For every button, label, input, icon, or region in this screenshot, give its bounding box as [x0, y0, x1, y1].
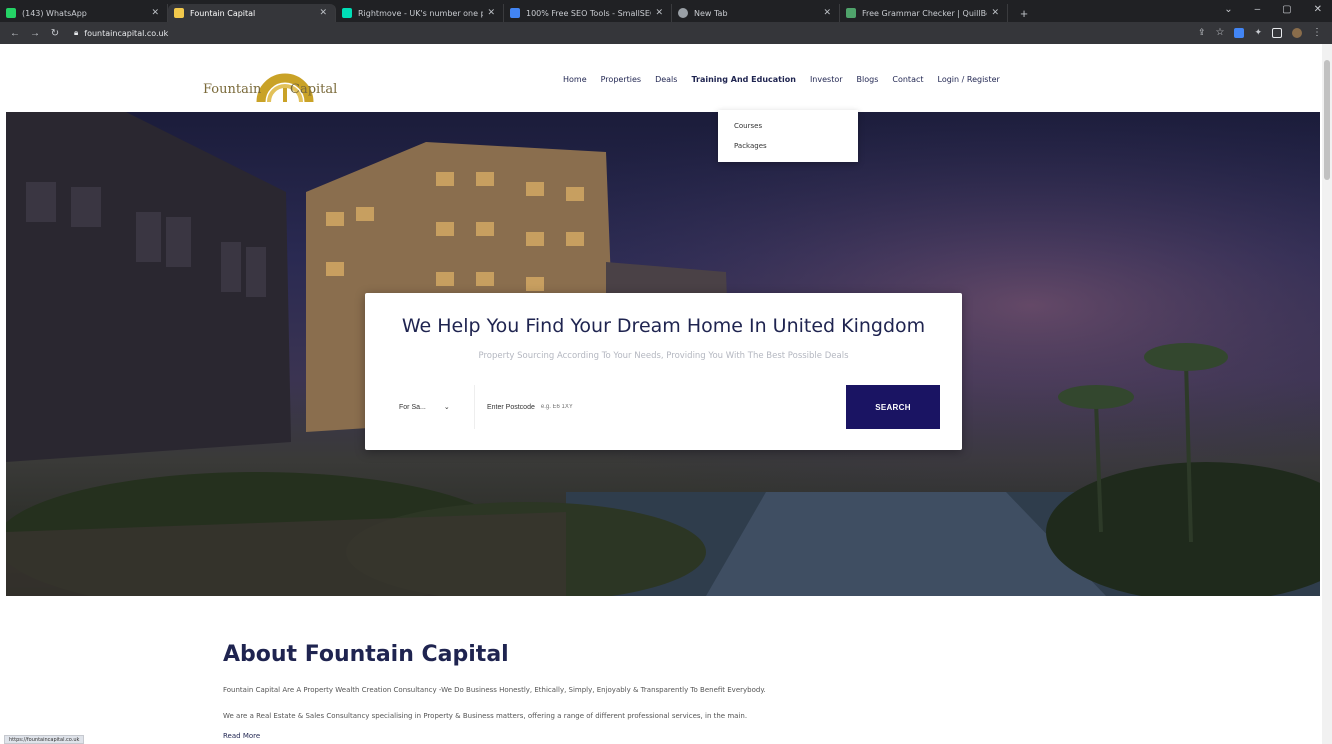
- minimize-icon[interactable]: –: [1255, 4, 1261, 15]
- nav-blogs[interactable]: Blogs: [857, 75, 879, 84]
- close-icon[interactable]: ✕: [151, 8, 159, 18]
- chevron-down-icon[interactable]: ⌄: [1224, 4, 1232, 15]
- whatsapp-icon: [6, 8, 16, 18]
- tab-title: (143) WhatsApp: [22, 8, 87, 18]
- tab-quillbot[interactable]: Free Grammar Checker | QuillBo... ✕: [840, 4, 1008, 22]
- tab-smallseotools[interactable]: 100% Free SEO Tools - SmallSEO... ✕: [504, 4, 672, 22]
- rightmove-icon: [342, 8, 352, 18]
- site-header: Fountain Capital Home Properties Deals T…: [0, 44, 1320, 112]
- fountain-capital-favicon-icon: [174, 8, 184, 18]
- property-search-card: We Help You Find Your Dream Home In Unit…: [365, 293, 962, 450]
- kebab-menu-icon[interactable]: ⋮: [1312, 27, 1322, 38]
- search-form: For Sa... ⌄ Enter Postcode SEARCH: [387, 385, 940, 429]
- avatar[interactable]: [1292, 27, 1302, 38]
- tab-title: New Tab: [694, 8, 728, 18]
- chrome-icon: [678, 8, 688, 18]
- tab-title: Fountain Capital: [190, 8, 256, 18]
- about-paragraph-2: We are a Real Estate & Sales Consultancy…: [223, 712, 748, 720]
- sale-type-select[interactable]: For Sa... ⌄: [387, 385, 475, 429]
- nav-training-and-education[interactable]: Training And Education: [691, 75, 796, 84]
- close-icon[interactable]: ✕: [655, 8, 663, 18]
- scrollbar-thumb[interactable]: [1324, 60, 1330, 180]
- sidebar-icon[interactable]: [1272, 27, 1282, 38]
- nav-contact[interactable]: Contact: [892, 75, 923, 84]
- logo-text-left: Fountain: [203, 82, 262, 97]
- share-icon[interactable]: ⇪: [1198, 27, 1206, 38]
- main-nav: Home Properties Deals Training And Educa…: [563, 75, 1000, 84]
- nav-investor[interactable]: Investor: [810, 75, 843, 84]
- hero-subtitle: Property Sourcing According To Your Need…: [478, 351, 849, 361]
- dropdown-item-courses[interactable]: Courses: [734, 116, 842, 136]
- address-bar: ← → ↻ 🔒︎ fountaincapital.co.uk ⇪ ☆ ✦ ⋮: [0, 22, 1332, 44]
- tab-whatsapp[interactable]: (143) WhatsApp ✕: [0, 4, 168, 22]
- puzzle-icon[interactable]: ✦: [1254, 27, 1262, 38]
- url-text: fountaincapital.co.uk: [84, 28, 169, 38]
- postcode-input[interactable]: [540, 404, 791, 410]
- site-logo[interactable]: Fountain Capital: [203, 58, 363, 104]
- chevron-down-icon: ⌄: [443, 404, 450, 411]
- maximize-icon[interactable]: ▢: [1282, 4, 1291, 15]
- new-tab-plus-icon[interactable]: +: [1014, 4, 1034, 22]
- seo-tools-icon: [510, 8, 520, 18]
- read-more-link[interactable]: Read More: [223, 732, 260, 740]
- tab-new-tab[interactable]: New Tab ✕: [672, 4, 840, 22]
- close-icon[interactable]: ✕: [823, 8, 831, 18]
- tab-title: Rightmove - UK's number one p...: [358, 8, 484, 18]
- bookmark-star-icon[interactable]: ☆: [1215, 27, 1224, 38]
- window-controls: ⌄ – ▢ ✕: [1224, 4, 1322, 15]
- forward-arrow-icon[interactable]: →: [28, 28, 42, 39]
- lock-icon: 🔒︎: [74, 28, 79, 37]
- browser-status-bar: https://fountaincapital.co.uk: [4, 735, 85, 744]
- hero-title: We Help You Find Your Dream Home In Unit…: [401, 315, 926, 337]
- tab-rightmove[interactable]: Rightmove - UK's number one p... ✕: [336, 4, 504, 22]
- nav-home[interactable]: Home: [563, 75, 587, 84]
- extension-icon[interactable]: [1234, 27, 1245, 38]
- logo-text-right: Capital: [290, 82, 338, 97]
- fountain-logo-icon: [256, 73, 314, 103]
- dropdown-item-packages[interactable]: Packages: [734, 136, 842, 156]
- training-dropdown-menu: Courses Packages: [718, 110, 858, 162]
- search-button[interactable]: SEARCH: [846, 385, 940, 429]
- back-arrow-icon[interactable]: ←: [8, 28, 22, 39]
- tab-title: 100% Free SEO Tools - SmallSEO...: [526, 8, 652, 18]
- about-paragraph-1: Fountain Capital Are A Property Wealth C…: [223, 686, 766, 694]
- nav-deals[interactable]: Deals: [655, 75, 677, 84]
- nav-login-register[interactable]: Login / Register: [938, 75, 1000, 84]
- postcode-label: Enter Postcode: [487, 403, 535, 411]
- browser-tab-bar: (143) WhatsApp ✕ Fountain Capital ✕ Righ…: [0, 0, 1332, 22]
- sale-type-value: For Sa...: [399, 403, 426, 411]
- about-heading: About Fountain Capital: [223, 642, 509, 667]
- extensions-area: ⇪ ☆ ✦ ⋮: [1198, 27, 1322, 38]
- tab-fountain-capital[interactable]: Fountain Capital ✕: [168, 4, 336, 22]
- close-icon[interactable]: ✕: [319, 8, 327, 18]
- close-icon[interactable]: ✕: [487, 8, 495, 18]
- close-icon[interactable]: ✕: [991, 8, 999, 18]
- nav-properties[interactable]: Properties: [601, 75, 641, 84]
- reload-icon[interactable]: ↻: [48, 28, 62, 39]
- tab-title: Free Grammar Checker | QuillBo...: [862, 8, 988, 18]
- quillbot-icon: [846, 8, 856, 18]
- close-window-icon[interactable]: ✕: [1314, 4, 1322, 15]
- url-field[interactable]: 🔒︎ fountaincapital.co.uk: [74, 28, 168, 38]
